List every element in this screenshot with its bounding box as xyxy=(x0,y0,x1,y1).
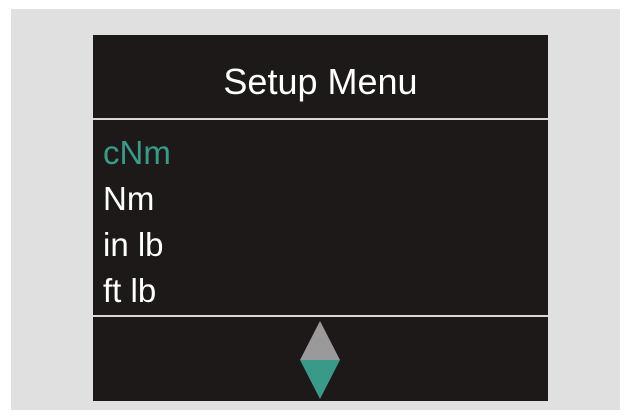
triangle-down-icon[interactable] xyxy=(300,360,340,399)
menu-item-nm[interactable]: Nm xyxy=(103,176,171,222)
scroll-indicator xyxy=(300,321,340,399)
menu-item-cnm[interactable]: cNm xyxy=(103,130,171,176)
title-divider xyxy=(93,118,548,120)
display-screen: Setup Menu cNm Nm in lb ft lb xyxy=(93,35,548,401)
unit-menu-list: cNm Nm in lb ft lb xyxy=(103,130,171,314)
menu-item-in-lb[interactable]: in lb xyxy=(103,222,171,268)
menu-item-ft-lb[interactable]: ft lb xyxy=(103,268,171,314)
footer-divider xyxy=(93,315,548,317)
triangle-up-icon[interactable] xyxy=(300,321,340,360)
menu-title: Setup Menu xyxy=(223,61,418,102)
